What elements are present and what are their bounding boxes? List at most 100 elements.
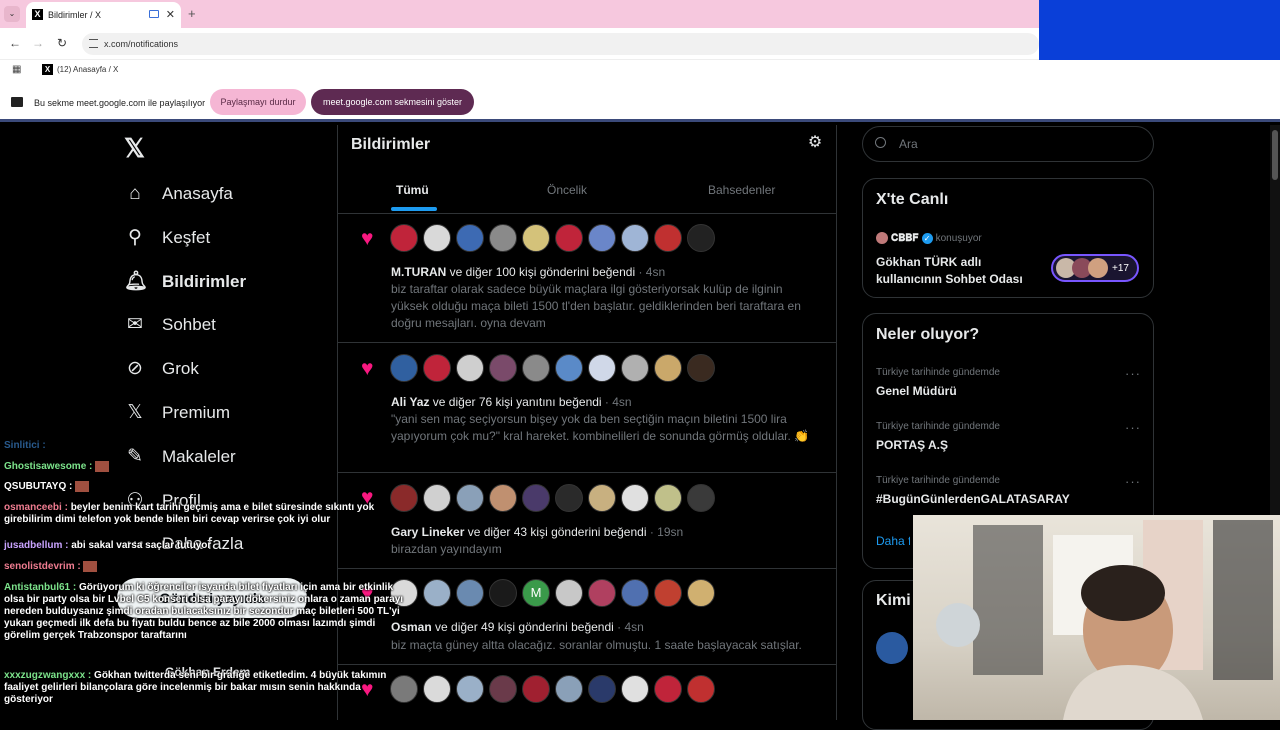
avatar[interactable]	[555, 675, 583, 703]
avatar[interactable]	[654, 224, 682, 252]
chat-message: Ghostisawesome :	[4, 461, 110, 473]
avatar[interactable]	[489, 354, 517, 382]
avatar[interactable]	[456, 579, 484, 607]
more-icon[interactable]: ···	[1125, 366, 1141, 381]
avatar[interactable]	[423, 675, 451, 703]
forward-button[interactable]: →	[30, 36, 46, 50]
avatar[interactable]	[423, 579, 451, 607]
avatar[interactable]	[423, 354, 451, 382]
tab-search-button[interactable]: ⌄	[4, 6, 20, 22]
tab-all[interactable]: Tümü	[396, 183, 429, 197]
avatar[interactable]	[456, 354, 484, 382]
bookmark-home[interactable]: X (12) Anasayfa / X	[42, 64, 118, 75]
avatar[interactable]	[390, 484, 418, 512]
sidebar-item-messages[interactable]: ✉ Sohbet	[124, 310, 216, 340]
chat-user: Ghostisawesome :	[4, 461, 93, 473]
live-title: X'te Canlı	[876, 191, 949, 208]
close-tab-icon[interactable]: ✕	[166, 8, 175, 21]
new-tab-button[interactable]: +	[188, 6, 196, 21]
avatar[interactable]	[555, 484, 583, 512]
live-listeners[interactable]: +17	[1051, 254, 1139, 282]
reload-button[interactable]: ↻	[54, 36, 70, 50]
search-input[interactable]: Ara	[862, 126, 1154, 162]
avatar[interactable]	[621, 354, 649, 382]
chat-message: QSUBUTAYQ :	[4, 481, 90, 493]
avatar[interactable]	[555, 224, 583, 252]
scrollbar-thumb[interactable]	[1272, 130, 1278, 180]
sidebar-item-explore[interactable]: ⚲ Keşfet	[124, 223, 210, 253]
back-button[interactable]: ←	[7, 36, 23, 50]
browser-tab[interactable]: X Bildirimler / X ✕	[26, 2, 181, 28]
avatar[interactable]	[687, 579, 715, 607]
user-name[interactable]: Gary Lineker	[391, 525, 464, 539]
avatar[interactable]	[456, 675, 484, 703]
sidebar-item-notifications[interactable]: 🔔︎ Bildirimler	[124, 267, 246, 297]
tab-priority[interactable]: Öncelik	[547, 183, 587, 197]
avatar[interactable]	[654, 675, 682, 703]
avatar[interactable]	[621, 484, 649, 512]
avatar[interactable]	[588, 484, 616, 512]
heart-icon: ♥	[361, 357, 374, 380]
avatar[interactable]	[489, 675, 517, 703]
avatar[interactable]	[588, 354, 616, 382]
avatar[interactable]	[489, 224, 517, 252]
x-home-logo-icon[interactable]: 𝕏	[124, 133, 145, 164]
avatar[interactable]	[621, 675, 649, 703]
avatar[interactable]	[522, 354, 550, 382]
avatar[interactable]	[621, 579, 649, 607]
screen-share-bar: Bu sekme meet.google.com ile paylaşılıyo…	[0, 82, 1280, 122]
sidebar-item-articles[interactable]: ✎ Makaleler	[124, 442, 236, 472]
notification-body: biz maçta güney altta olacağız. soranlar…	[391, 638, 802, 652]
avatar[interactable]	[456, 224, 484, 252]
avatar[interactable]	[522, 224, 550, 252]
avatar[interactable]	[687, 675, 715, 703]
screen-share-icon	[11, 97, 23, 107]
avatar[interactable]	[489, 579, 517, 607]
tab-mentions[interactable]: Bahsedenler	[708, 183, 775, 197]
avatar[interactable]	[423, 484, 451, 512]
avatar[interactable]	[522, 484, 550, 512]
avatar[interactable]	[588, 675, 616, 703]
trend-item[interactable]: PORTAŞ A.Ş	[876, 438, 948, 452]
avatar[interactable]	[687, 484, 715, 512]
avatar[interactable]: M	[522, 579, 550, 607]
avatar[interactable]	[621, 224, 649, 252]
avatar[interactable]	[423, 224, 451, 252]
gear-icon[interactable]: ⚙	[806, 134, 824, 152]
avatar[interactable]	[654, 354, 682, 382]
avatar[interactable]	[687, 224, 715, 252]
avatar[interactable]	[654, 484, 682, 512]
avatar[interactable]	[654, 579, 682, 607]
sidebar-item-premium[interactable]: 𝕏 Premium	[124, 398, 230, 428]
avatar[interactable]	[390, 224, 418, 252]
trend-item[interactable]: Genel Müdürü	[876, 384, 957, 398]
address-bar[interactable]: x.com/notifications	[82, 33, 1039, 55]
notification-title: M.TURAN ve diğer 100 kişi gönderini beğe…	[391, 265, 665, 279]
sidebar-item-label: Sohbet	[162, 315, 216, 334]
avatar[interactable]	[555, 579, 583, 607]
chat-user: osmanceebi :	[4, 502, 68, 513]
more-icon[interactable]: ···	[1125, 474, 1141, 489]
avatar[interactable]	[489, 484, 517, 512]
avatar[interactable]	[456, 484, 484, 512]
timestamp: · 4sn	[638, 265, 666, 279]
avatar[interactable]	[588, 224, 616, 252]
avatar[interactable]	[522, 675, 550, 703]
avatar[interactable]	[555, 354, 583, 382]
avatar[interactable]	[876, 632, 908, 664]
trend-item[interactable]: #BugünGünlerdenGALATASARAY	[876, 492, 1070, 506]
avatar-row	[390, 484, 715, 512]
show-more-link[interactable]: Daha fazla göster	[876, 534, 910, 548]
user-name[interactable]: M.TURAN	[391, 265, 446, 279]
more-icon[interactable]: ···	[1125, 420, 1141, 435]
stop-sharing-button[interactable]: Paylaşmayı durdur	[210, 89, 306, 115]
sidebar-item-grok[interactable]: ⊘ Grok	[124, 354, 199, 384]
avatar[interactable]	[588, 579, 616, 607]
user-name[interactable]: Ali Yaz	[391, 395, 429, 409]
sidebar-item-home[interactable]: ⌂ Anasayfa	[124, 179, 233, 209]
show-meet-tab-button[interactable]: meet.google.com sekmesini göster	[311, 89, 474, 115]
apps-grid-icon[interactable]: ▦	[12, 65, 22, 75]
avatar[interactable]	[687, 354, 715, 382]
avatar[interactable]	[390, 354, 418, 382]
site-settings-icon[interactable]	[89, 39, 98, 48]
